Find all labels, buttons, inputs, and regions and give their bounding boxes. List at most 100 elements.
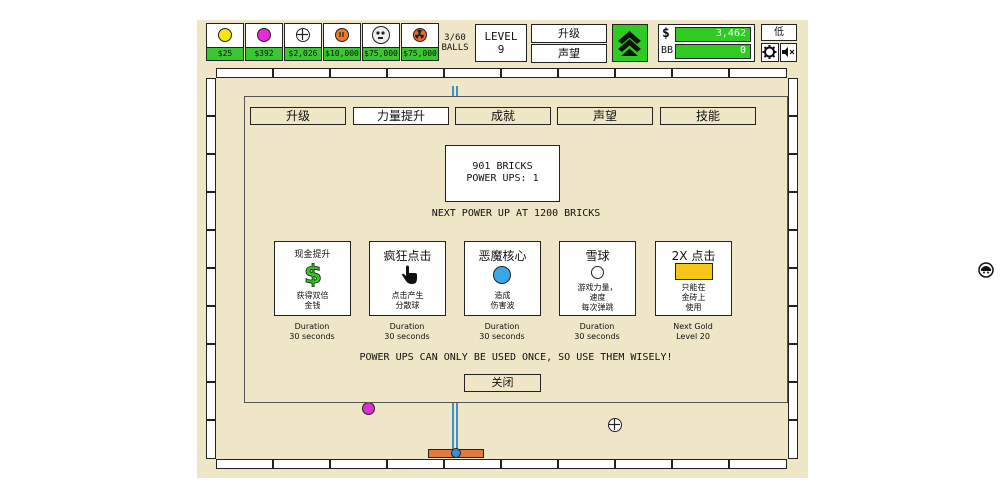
card-desc-line: 分散球 (395, 301, 420, 310)
powerup-card-cash-boost[interactable]: 现金提升 $ 获得双倍 金钱 (274, 241, 351, 316)
brick[interactable] (273, 68, 330, 78)
brick[interactable] (615, 459, 672, 469)
settings-button[interactable] (761, 43, 779, 62)
ball-price: $2,026 (285, 47, 321, 60)
tab-power-ups[interactable]: 力量提升 (353, 107, 449, 125)
brick[interactable] (788, 306, 798, 344)
prestige-button[interactable]: 声望 (531, 44, 607, 63)
level-display: LEVEL 9 (475, 24, 527, 62)
brick[interactable] (788, 116, 798, 154)
tab-skills[interactable]: 技能 (660, 107, 756, 125)
duration-value: Level 20 (676, 332, 710, 341)
card-desc: 点击产生 分散球 (370, 291, 445, 311)
powerups-modal: 升级 力量提升 成就 声望 技能 901 BRICKS POWER UPS: 1… (244, 96, 788, 403)
powerup-card-2x-click[interactable]: 2X 点击 只能在 金砖上 使用 (655, 241, 732, 316)
duration-label: Duration (294, 322, 330, 331)
duration-value: 30 seconds (289, 332, 335, 341)
crosshair-ball-icon (296, 28, 310, 42)
card-desc-line: 金砖上 (681, 293, 706, 302)
gold-brick-icon (675, 263, 713, 280)
brick[interactable] (206, 382, 216, 420)
currency-panel: $ 3,462 BB 0 (658, 24, 755, 62)
brick[interactable] (788, 420, 798, 459)
brick[interactable] (206, 268, 216, 306)
brick[interactable] (330, 68, 387, 78)
level-label: LEVEL (484, 30, 518, 43)
tab-prestige[interactable]: 声望 (557, 107, 653, 125)
brick[interactable] (444, 68, 501, 78)
buy-orange-ball-button[interactable]: $10,000 (323, 23, 361, 61)
brick[interactable] (444, 459, 501, 469)
brick[interactable] (558, 459, 615, 469)
card-duration: Duration 30 seconds (362, 322, 452, 342)
ball-price: $75,000 (402, 47, 438, 60)
duration-label: Duration (579, 322, 615, 331)
brick[interactable] (672, 68, 729, 78)
brick[interactable] (788, 268, 798, 306)
buy-skull-ball-button[interactable]: $75,000 (362, 23, 400, 61)
card-desc: 获得双倍 金钱 (275, 291, 350, 311)
brick[interactable] (788, 382, 798, 420)
tab-achievements[interactable]: 成就 (455, 107, 551, 125)
brick[interactable] (206, 192, 216, 230)
brick[interactable] (206, 344, 216, 382)
duration-value: 30 seconds (574, 332, 620, 341)
card-duration: Duration 30 seconds (267, 322, 357, 342)
hand-pointer-icon (402, 265, 417, 284)
brick[interactable] (216, 459, 273, 469)
brick[interactable] (501, 459, 558, 469)
brick[interactable] (729, 459, 787, 469)
brick[interactable] (558, 68, 615, 78)
assistant-avatar-icon[interactable] (978, 262, 994, 278)
ball-count-label: BALLS (441, 43, 469, 53)
ball-price: $25 (207, 47, 243, 60)
buy-crosshair-ball-button[interactable]: $2,026 (284, 23, 322, 61)
card-desc: 造成 伤害波 (465, 291, 540, 311)
card-desc-line: 游戏力量， (577, 283, 618, 292)
card-desc-line: 点击产生 (391, 291, 424, 300)
upgrade-button[interactable]: 升级 (531, 24, 607, 43)
brick[interactable] (788, 192, 798, 230)
brick[interactable] (501, 68, 558, 78)
ball-price: $75,000 (363, 47, 399, 60)
brick[interactable] (206, 230, 216, 268)
rank-up-button[interactable] (612, 24, 648, 62)
money-value: 3,462 (675, 27, 751, 42)
brick[interactable] (273, 459, 330, 469)
card-desc-line: 获得双倍 (296, 291, 329, 300)
brick[interactable] (387, 459, 444, 469)
level-value: 9 (497, 43, 505, 56)
brick[interactable] (330, 459, 387, 469)
brick[interactable] (615, 68, 672, 78)
paddle-core-icon (451, 448, 461, 458)
brick[interactable] (788, 344, 798, 382)
brick[interactable] (788, 230, 798, 268)
powerup-card-crazy-click[interactable]: 疯狂点击 点击产生 分散球 (369, 241, 446, 316)
brick[interactable] (788, 78, 798, 116)
card-title: 2X 点击 (671, 249, 716, 263)
quality-toggle-button[interactable]: 低 (761, 24, 797, 41)
brick[interactable] (206, 306, 216, 344)
brick[interactable] (206, 78, 216, 116)
brick[interactable] (206, 154, 216, 192)
powerup-card-demon-core[interactable]: 恶魔核心 造成 伤害波 (464, 241, 541, 316)
brick[interactable] (206, 116, 216, 154)
brick[interactable] (788, 154, 798, 192)
svg-text:$: $ (304, 261, 322, 287)
card-desc: 只能在 金砖上 使用 (656, 283, 731, 313)
tab-upgrades[interactable]: 升级 (250, 107, 346, 125)
powerup-card-snowball[interactable]: 雪球 游戏力量， 速度 每次弹跳 (559, 241, 636, 316)
buy-radioactive-ball-button[interactable]: $75,000 (401, 23, 439, 61)
ball-price: $10,000 (324, 47, 360, 60)
buy-yellow-ball-button[interactable]: $25 (206, 23, 244, 61)
crosshair-ball (608, 418, 622, 432)
brick[interactable] (729, 68, 787, 78)
brick[interactable] (672, 459, 729, 469)
brick[interactable] (206, 420, 216, 459)
brick[interactable] (216, 68, 273, 78)
bb-label: BB (661, 45, 674, 56)
sound-toggle-button[interactable] (780, 43, 797, 62)
brick[interactable] (387, 68, 444, 78)
close-button[interactable]: 关闭 (464, 374, 541, 392)
buy-magenta-ball-button[interactable]: $392 (245, 23, 283, 61)
